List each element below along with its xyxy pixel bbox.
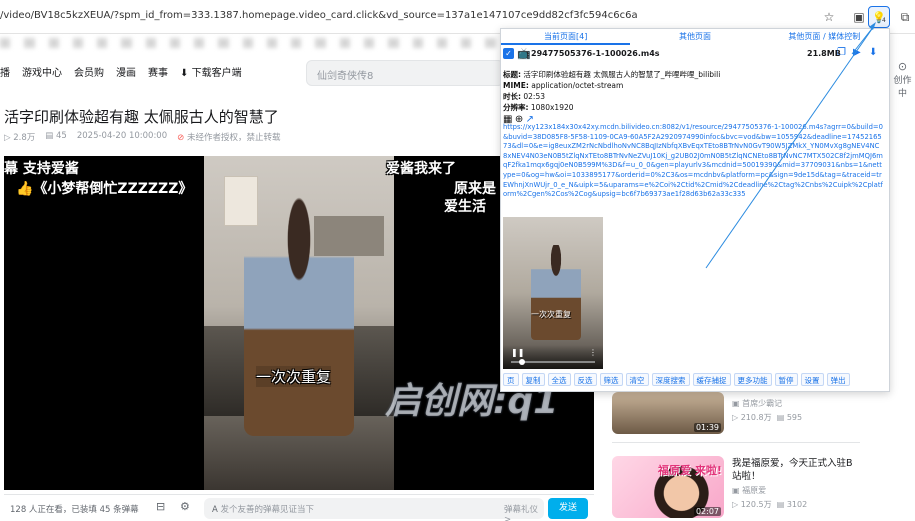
annotation-arrows xyxy=(705,22,876,269)
